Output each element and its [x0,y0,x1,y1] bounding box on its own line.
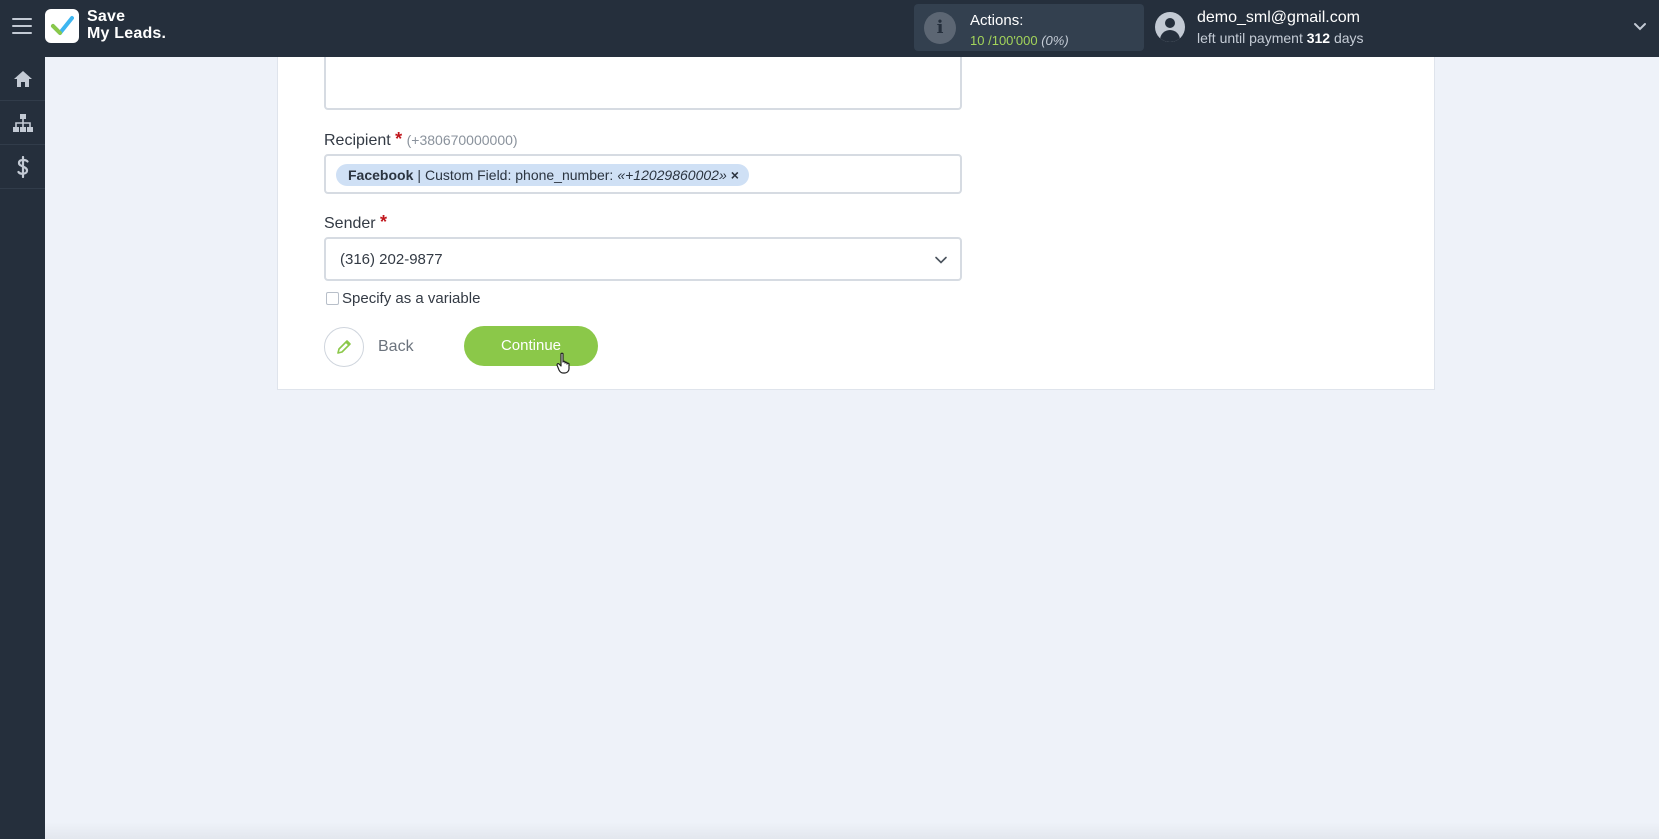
chevron-down-icon[interactable] [1633,20,1647,34]
payment-suffix: days [1333,30,1364,46]
chevron-down-icon [935,256,947,264]
actions-percent: (0%) [1041,33,1069,48]
info-icon: i [924,12,956,44]
brand-line-1: Save [87,8,126,25]
tag-remove-icon[interactable]: × [731,164,739,186]
user-email[interactable]: demo_sml@gmail.com [1197,9,1360,27]
tag-source: Facebook [348,167,414,183]
sitemap-icon [12,113,33,132]
back-label[interactable]: Back [378,338,414,356]
payment-days: 312 [1306,30,1331,46]
sender-label-text: Sender [324,215,376,232]
brand-name: Save My Leads. [87,8,166,42]
specify-variable-row[interactable]: Specify as a variable [326,288,480,308]
recipient-label: Recipient * (+380670000000) [324,129,518,150]
top-bar: Save My Leads. i Actions: 10 /100'000 (0… [0,0,1659,57]
sender-select[interactable]: (316) 202-9877 [324,237,962,281]
actions-value: 10 /100'000 (0%) [970,33,1069,48]
specify-variable-label[interactable]: Specify as a variable [342,290,480,307]
pencil-icon [337,340,351,354]
sidebar-item-connections[interactable] [0,101,45,145]
actions-used: 10 [970,33,985,48]
back-button[interactable]: Back [324,326,414,368]
brand-line-2: My Leads. [87,25,167,42]
sidebar [0,57,45,839]
user-avatar-icon[interactable] [1155,12,1185,42]
bottom-edge [45,822,1659,839]
recipient-variable-tag[interactable]: Facebook | Custom Field: phone_number: «… [336,164,749,186]
menu-icon[interactable] [12,18,32,36]
required-mark: * [395,129,403,149]
tag-separator: | [417,167,421,183]
tag-value: «+12029860002» [617,167,727,183]
back-circle[interactable] [324,327,364,367]
actions-limit: 100'000 [991,33,1038,48]
continue-button[interactable]: Continue [464,326,598,366]
required-mark: * [380,212,388,232]
sidebar-item-home[interactable] [0,57,45,101]
recipient-hint: (+380670000000) [406,132,518,148]
recipient-label-text: Recipient [324,132,391,149]
actions-counter: i Actions: 10 /100'000 (0%) [914,4,1144,51]
specify-variable-checkbox[interactable] [326,291,339,305]
logo[interactable] [45,9,79,43]
sender-label: Sender * [324,212,387,233]
home-icon [13,70,32,87]
recipient-input[interactable]: Facebook | Custom Field: phone_number: «… [324,154,962,194]
hand-cursor-icon [556,352,570,374]
tag-field: Custom Field: phone_number: [425,167,614,183]
sender-value: (316) 202-9877 [340,251,443,268]
dollar-icon [16,155,29,178]
payment-prefix: left until payment [1197,30,1303,46]
message-textarea[interactable] [324,57,962,110]
actions-label: Actions: [970,12,1024,29]
checkmark-icon [51,16,74,35]
sidebar-item-billing[interactable] [0,145,45,189]
payment-status: left until payment 312 days [1197,30,1364,46]
